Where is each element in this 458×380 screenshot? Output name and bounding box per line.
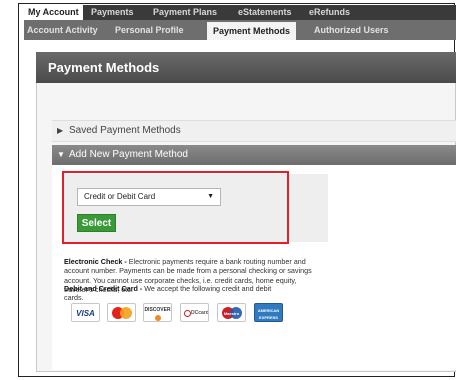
subtab-payment-methods[interactable]: Payment Methods (207, 22, 297, 40)
card-title: Debit and Credit Card - (64, 284, 143, 293)
annotation-highlight-box (62, 171, 289, 244)
add-new-payment-method-label: Add New Payment Method (69, 149, 188, 160)
panel-header: Payment Methods (36, 52, 456, 83)
top-nav: My Account Payments Payment Plans eState… (24, 5, 456, 20)
add-new-payment-method-toggle[interactable]: ▼ Add New Payment Method (52, 145, 456, 165)
diners-club-logo: DCcard (180, 303, 209, 322)
page-title: Payment Methods (48, 60, 160, 75)
card-description: Debit and Credit Card - We accept the fo… (64, 284, 279, 303)
saved-payment-methods-toggle[interactable]: ▶ Saved Payment Methods (52, 120, 456, 142)
visa-logo: VISA (71, 303, 100, 322)
tab-my-account[interactable]: My Account (24, 5, 83, 20)
amex-logo: AMERICAN EXPRESS (254, 303, 283, 322)
tab-estatements[interactable]: eStatements (238, 5, 292, 20)
mastercard-logo (107, 303, 136, 322)
subtab-personal-profile[interactable]: Personal Profile (115, 20, 184, 40)
discover-logo: DISCOVER (143, 303, 172, 322)
accepted-cards: VISA DISCOVER DCcard Maestro AMERICAN EX… (71, 303, 301, 323)
saved-payment-methods-label: Saved Payment Methods (69, 125, 181, 136)
maestro-logo: Maestro (217, 303, 246, 322)
triangle-right-icon: ▶ (57, 126, 64, 135)
subtab-account-activity[interactable]: Account Activity (27, 20, 98, 40)
echeck-title: Electronic Check - (64, 257, 127, 266)
subtab-authorized-users[interactable]: Authorized Users (314, 20, 389, 40)
tab-payment-plans[interactable]: Payment Plans (153, 5, 217, 20)
sub-nav: Account Activity Personal Profile Paymen… (24, 20, 456, 40)
tab-erefunds[interactable]: eRefunds (309, 5, 350, 20)
tab-payments[interactable]: Payments (91, 5, 134, 20)
triangle-down-icon: ▼ (57, 150, 65, 159)
